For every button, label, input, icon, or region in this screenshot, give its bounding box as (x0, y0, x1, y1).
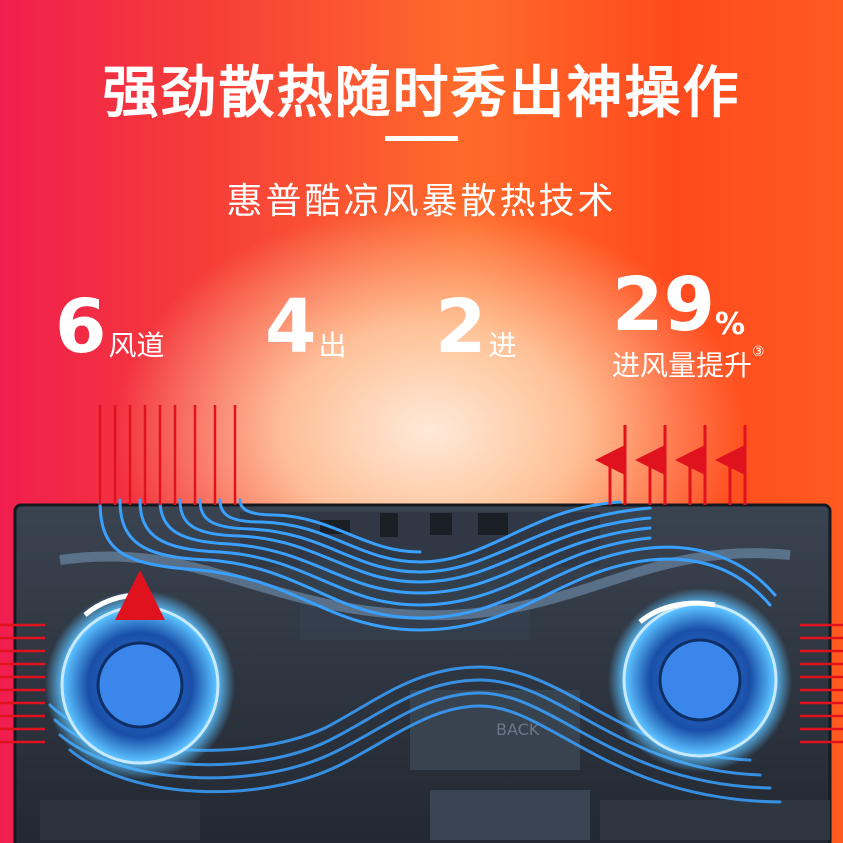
stat-airflow-increase-number: 29 (612, 262, 715, 348)
stat-airflow-increase-caption: 进风量提升 (612, 349, 753, 382)
stat-outlets: 4出 (265, 290, 347, 364)
intake-airflow-lines (98, 405, 237, 505)
stat-inlets-unit: 进 (488, 329, 517, 362)
promo-banner: 强劲散热随时秀出神操作 惠普酷凉风暴散热技术 6风道 4出 2进 29% 进风量… (0, 0, 843, 843)
stat-outlets-number: 4 (265, 284, 317, 370)
exhaust-arrows (595, 425, 747, 505)
stat-inlets: 2进 (435, 290, 517, 364)
right-fan (608, 588, 792, 772)
stat-air-channels-unit: 风道 (108, 329, 165, 362)
board-back-label: BACK (496, 720, 540, 739)
subtitle: 惠普酷凉风暴散热技术 (226, 181, 617, 222)
stat-airflow-increase: 29% 进风量提升③ (612, 268, 765, 384)
left-fan (45, 570, 235, 780)
footnote-marker: ③ (752, 344, 765, 360)
stat-outlets-unit: 出 (318, 329, 347, 362)
stat-airflow-increase-unit: % (714, 307, 746, 342)
headline-divider (385, 136, 458, 141)
stat-air-channels: 6风道 (55, 290, 165, 364)
stat-inlets-number: 2 (435, 284, 487, 370)
stat-air-channels-number: 6 (55, 284, 107, 370)
cooling-system-illustration: BACK (0, 405, 843, 843)
headline: 强劲散热随时秀出神操作 (102, 61, 741, 126)
